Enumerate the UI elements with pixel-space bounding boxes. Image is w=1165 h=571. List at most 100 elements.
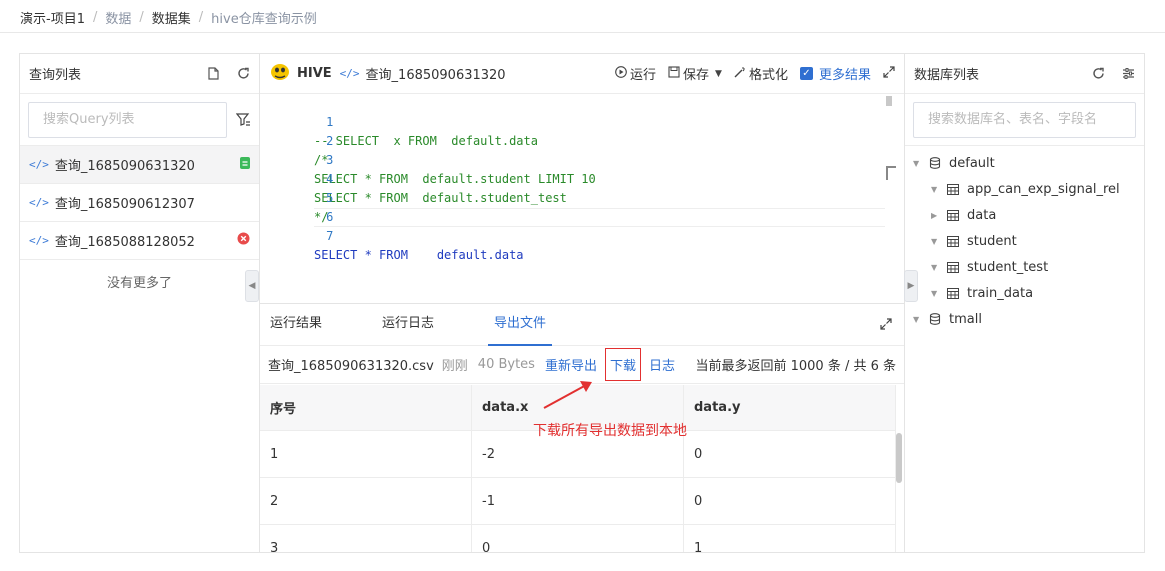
sql-editor[interactable]: 1 -- SELECT x FROM default.data 2 /* 3 S… <box>260 94 904 304</box>
breadcrumb-project[interactable]: 演示-项目1 <box>20 8 85 27</box>
fullscreen-button[interactable] <box>883 65 895 82</box>
hive-logo-icon <box>269 62 291 86</box>
database-title: 数据库列表 <box>914 68 980 83</box>
breadcrumb: 演示-项目1 / 数据 / 数据集 / hive仓库查询示例 <box>20 7 317 27</box>
run-label: 运行 <box>630 68 657 83</box>
tree-node-label: train_data <box>967 285 1034 301</box>
query-search-input[interactable] <box>28 101 227 138</box>
line-number: 7 <box>326 229 334 243</box>
expand-caret-icon[interactable]: ▼ <box>913 315 923 324</box>
editor-line: 3 SELECT * FROM default.student LIMIT 10 <box>260 132 890 186</box>
editor-scroll-marker <box>886 166 896 180</box>
tree-node-db[interactable]: ▼ default <box>905 150 1144 176</box>
caret-down-icon[interactable]: ▼ <box>715 69 722 79</box>
query-list-title: 查询列表 <box>29 68 82 83</box>
tree-node-label: student <box>967 233 1017 249</box>
collapse-left-handle[interactable]: ◀ <box>245 270 259 302</box>
tab-export-files[interactable]: 导出文件 <box>488 303 553 346</box>
table-icon <box>947 261 959 273</box>
collapse-right-handle[interactable]: ▶ <box>904 270 918 302</box>
breadcrumb-separator: / <box>198 9 204 25</box>
expand-icon <box>883 65 895 82</box>
editor-line: 5 */ <box>260 170 890 224</box>
run-button[interactable]: 运行 <box>615 64 656 83</box>
format-label: 格式化 <box>748 68 788 83</box>
engine-label: HIVE <box>297 66 332 81</box>
code-icon: </> <box>339 67 360 80</box>
save-button[interactable]: 保存 ▼ <box>668 64 722 83</box>
no-more-text: 没有更多了 <box>106 276 172 291</box>
tree-node-table[interactable]: ▼ student_test <box>905 254 1144 280</box>
breadcrumb-data[interactable]: 数据 <box>105 8 131 27</box>
expand-results-icon[interactable] <box>880 318 892 333</box>
editor-scrollbar[interactable] <box>886 96 892 106</box>
download-link[interactable]: 下载 <box>604 348 641 381</box>
expand-caret-icon[interactable]: ▼ <box>931 289 941 298</box>
query-item[interactable]: </> 查询_1685090612307 <box>20 184 259 222</box>
annotation-text: 下载所有导出数据到本地 <box>533 423 687 439</box>
expand-caret-icon[interactable]: ▼ <box>913 159 923 168</box>
editor-line: 6 <box>260 189 890 224</box>
table-icon <box>947 183 959 195</box>
database-search-input[interactable] <box>913 101 1136 138</box>
tab-run-log[interactable]: 运行日志 <box>382 303 434 345</box>
tree-node-table[interactable]: ▼ app_can_exp_signal_rel <box>905 176 1144 202</box>
query-item[interactable]: </> 查询_1685090631320 <box>20 146 259 184</box>
query-list-panel: 查询列表 </> 查询_1685090631320 </> 查询_1685090… <box>19 53 260 553</box>
editor-line: 2 /* <box>260 113 890 167</box>
breadcrumb-current: hive仓库查询示例 <box>211 11 317 27</box>
expand-caret-icon[interactable]: ▼ <box>931 185 941 194</box>
reexport-link[interactable]: 重新导出 <box>545 355 597 374</box>
refresh-icon[interactable] <box>1091 67 1105 81</box>
database-search-row <box>905 94 1144 146</box>
settings-sliders-icon[interactable] <box>1121 67 1135 81</box>
export-file-name: 查询_1685090631320.csv <box>268 359 434 374</box>
database-panel: 数据库列表 ▼ default ▼ app_can_exp_signal_rel… <box>904 53 1145 553</box>
tree-node-label: app_can_exp_signal_rel <box>967 181 1120 197</box>
breadcrumb-dataset[interactable]: 数据集 <box>152 8 191 27</box>
breadcrumb-separator: / <box>139 9 144 25</box>
expand-caret-icon[interactable]: ▶ <box>931 211 941 220</box>
export-time: 刚刚 <box>441 359 468 374</box>
tab-run-results[interactable]: 运行结果 <box>270 303 322 345</box>
database-icon <box>929 157 941 169</box>
expand-caret-icon[interactable]: ▼ <box>931 237 941 246</box>
expand-caret-icon[interactable]: ▼ <box>931 263 941 272</box>
editor-line: 7 SELECT * FROM default.data <box>260 208 890 262</box>
error-icon <box>237 232 250 249</box>
new-query-icon[interactable] <box>206 67 220 81</box>
editor-panel: HIVE </> 查询_1685090631320 运行 保存 ▼ 格式化 ✓ … <box>259 53 905 553</box>
query-item[interactable]: </> 查询_1685088128052 <box>20 222 259 260</box>
query-search-row <box>20 94 259 146</box>
format-button[interactable]: 格式化 <box>734 64 788 83</box>
query-item-name: 查询_1685090631320 <box>54 159 195 174</box>
annotation-arrow-icon <box>543 381 592 409</box>
export-size: 40 Bytes <box>477 357 535 372</box>
filter-icon[interactable] <box>235 112 251 128</box>
code-icon: </> <box>29 196 49 209</box>
table-icon <box>947 235 959 247</box>
refresh-icon[interactable] <box>236 67 250 81</box>
log-link[interactable]: 日志 <box>649 355 675 374</box>
code-icon: </> <box>29 234 49 247</box>
editor-line: 4 SELECT * FROM default.student_test <box>260 151 890 205</box>
play-icon <box>615 66 627 81</box>
more-results-checkbox[interactable]: ✓ 更多结果 <box>799 64 871 83</box>
checkbox-checked-icon: ✓ <box>799 67 813 80</box>
tree-node-table[interactable]: ▼ train_data <box>905 280 1144 306</box>
magic-wand-icon <box>734 66 746 81</box>
tree-node-label: default <box>949 155 995 171</box>
tree-node-db[interactable]: ▼ tmall <box>905 306 1144 332</box>
breadcrumb-separator: / <box>92 9 98 25</box>
save-icon <box>668 66 680 81</box>
result-summary: 当前最多返回前 1000 条 / 共 6 条 <box>695 359 896 374</box>
tree-node-table[interactable]: ▼ student <box>905 228 1144 254</box>
save-label: 保存 <box>683 68 710 83</box>
line-text: SELECT * FROM default.data <box>314 248 524 262</box>
table-icon <box>947 209 959 221</box>
database-icon <box>929 313 941 325</box>
tree-node-table[interactable]: ▶ data <box>905 202 1144 228</box>
query-item-name: 查询_1685090612307 <box>54 197 195 212</box>
query-item-name: 查询_1685088128052 <box>54 235 195 250</box>
database-tree: ▼ default ▼ app_can_exp_signal_rel ▶ dat… <box>905 146 1144 332</box>
